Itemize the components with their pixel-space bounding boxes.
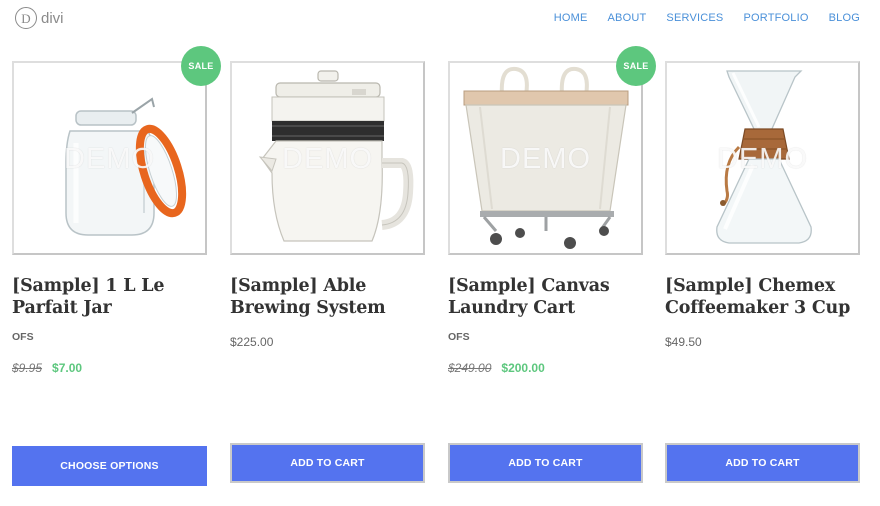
price-row: $249.00 $200.00	[448, 361, 545, 375]
product-title[interactable]: [Sample] Able Brewing System	[230, 275, 430, 319]
sale-price: $200.00	[501, 361, 545, 375]
product-card: DEMO SALE [Sample] 1 L Le Parfait Jar OF…	[12, 0, 221, 506]
product-image[interactable]: DEMO	[230, 61, 425, 255]
sale-badge: SALE	[181, 46, 221, 86]
demo-watermark: DEMO	[717, 143, 808, 175]
add-to-cart-button[interactable]: ADD TO CART	[665, 443, 860, 483]
add-to-cart-button[interactable]: ADD TO CART	[448, 443, 643, 483]
product-title[interactable]: [Sample] Canvas Laundry Cart	[448, 275, 648, 319]
sale-price: $7.00	[52, 361, 83, 375]
sale-badge: SALE	[616, 46, 656, 86]
price: $225.00	[230, 335, 274, 349]
product-image[interactable]: DEMO	[448, 61, 643, 255]
choose-options-button[interactable]: CHOOSE OPTIONS	[12, 446, 207, 486]
stock-status: OFS	[448, 331, 470, 343]
product-card: DEMO [Sample] Chemex Coffeemaker 3 Cup $…	[665, 0, 861, 506]
demo-watermark: DEMO	[64, 143, 155, 175]
price: $49.50	[665, 335, 702, 349]
product-card: DEMO [Sample] Able Brewing System $225.0…	[230, 0, 426, 506]
old-price: $9.95	[12, 361, 43, 375]
product-card: DEMO SALE [Sample] Canvas Laundry Cart O…	[448, 0, 656, 506]
product-title[interactable]: [Sample] 1 L Le Parfait Jar	[12, 275, 212, 319]
add-to-cart-button[interactable]: ADD TO CART	[230, 443, 425, 483]
stock-status: OFS	[12, 331, 34, 343]
price-row: $9.95 $7.00	[12, 361, 82, 375]
product-title[interactable]: [Sample] Chemex Coffeemaker 3 Cup	[665, 275, 865, 319]
demo-watermark: DEMO	[282, 143, 373, 175]
demo-watermark: DEMO	[500, 143, 591, 175]
old-price: $249.00	[448, 361, 492, 375]
product-image[interactable]: DEMO	[12, 61, 207, 255]
product-image[interactable]: DEMO	[665, 61, 860, 255]
